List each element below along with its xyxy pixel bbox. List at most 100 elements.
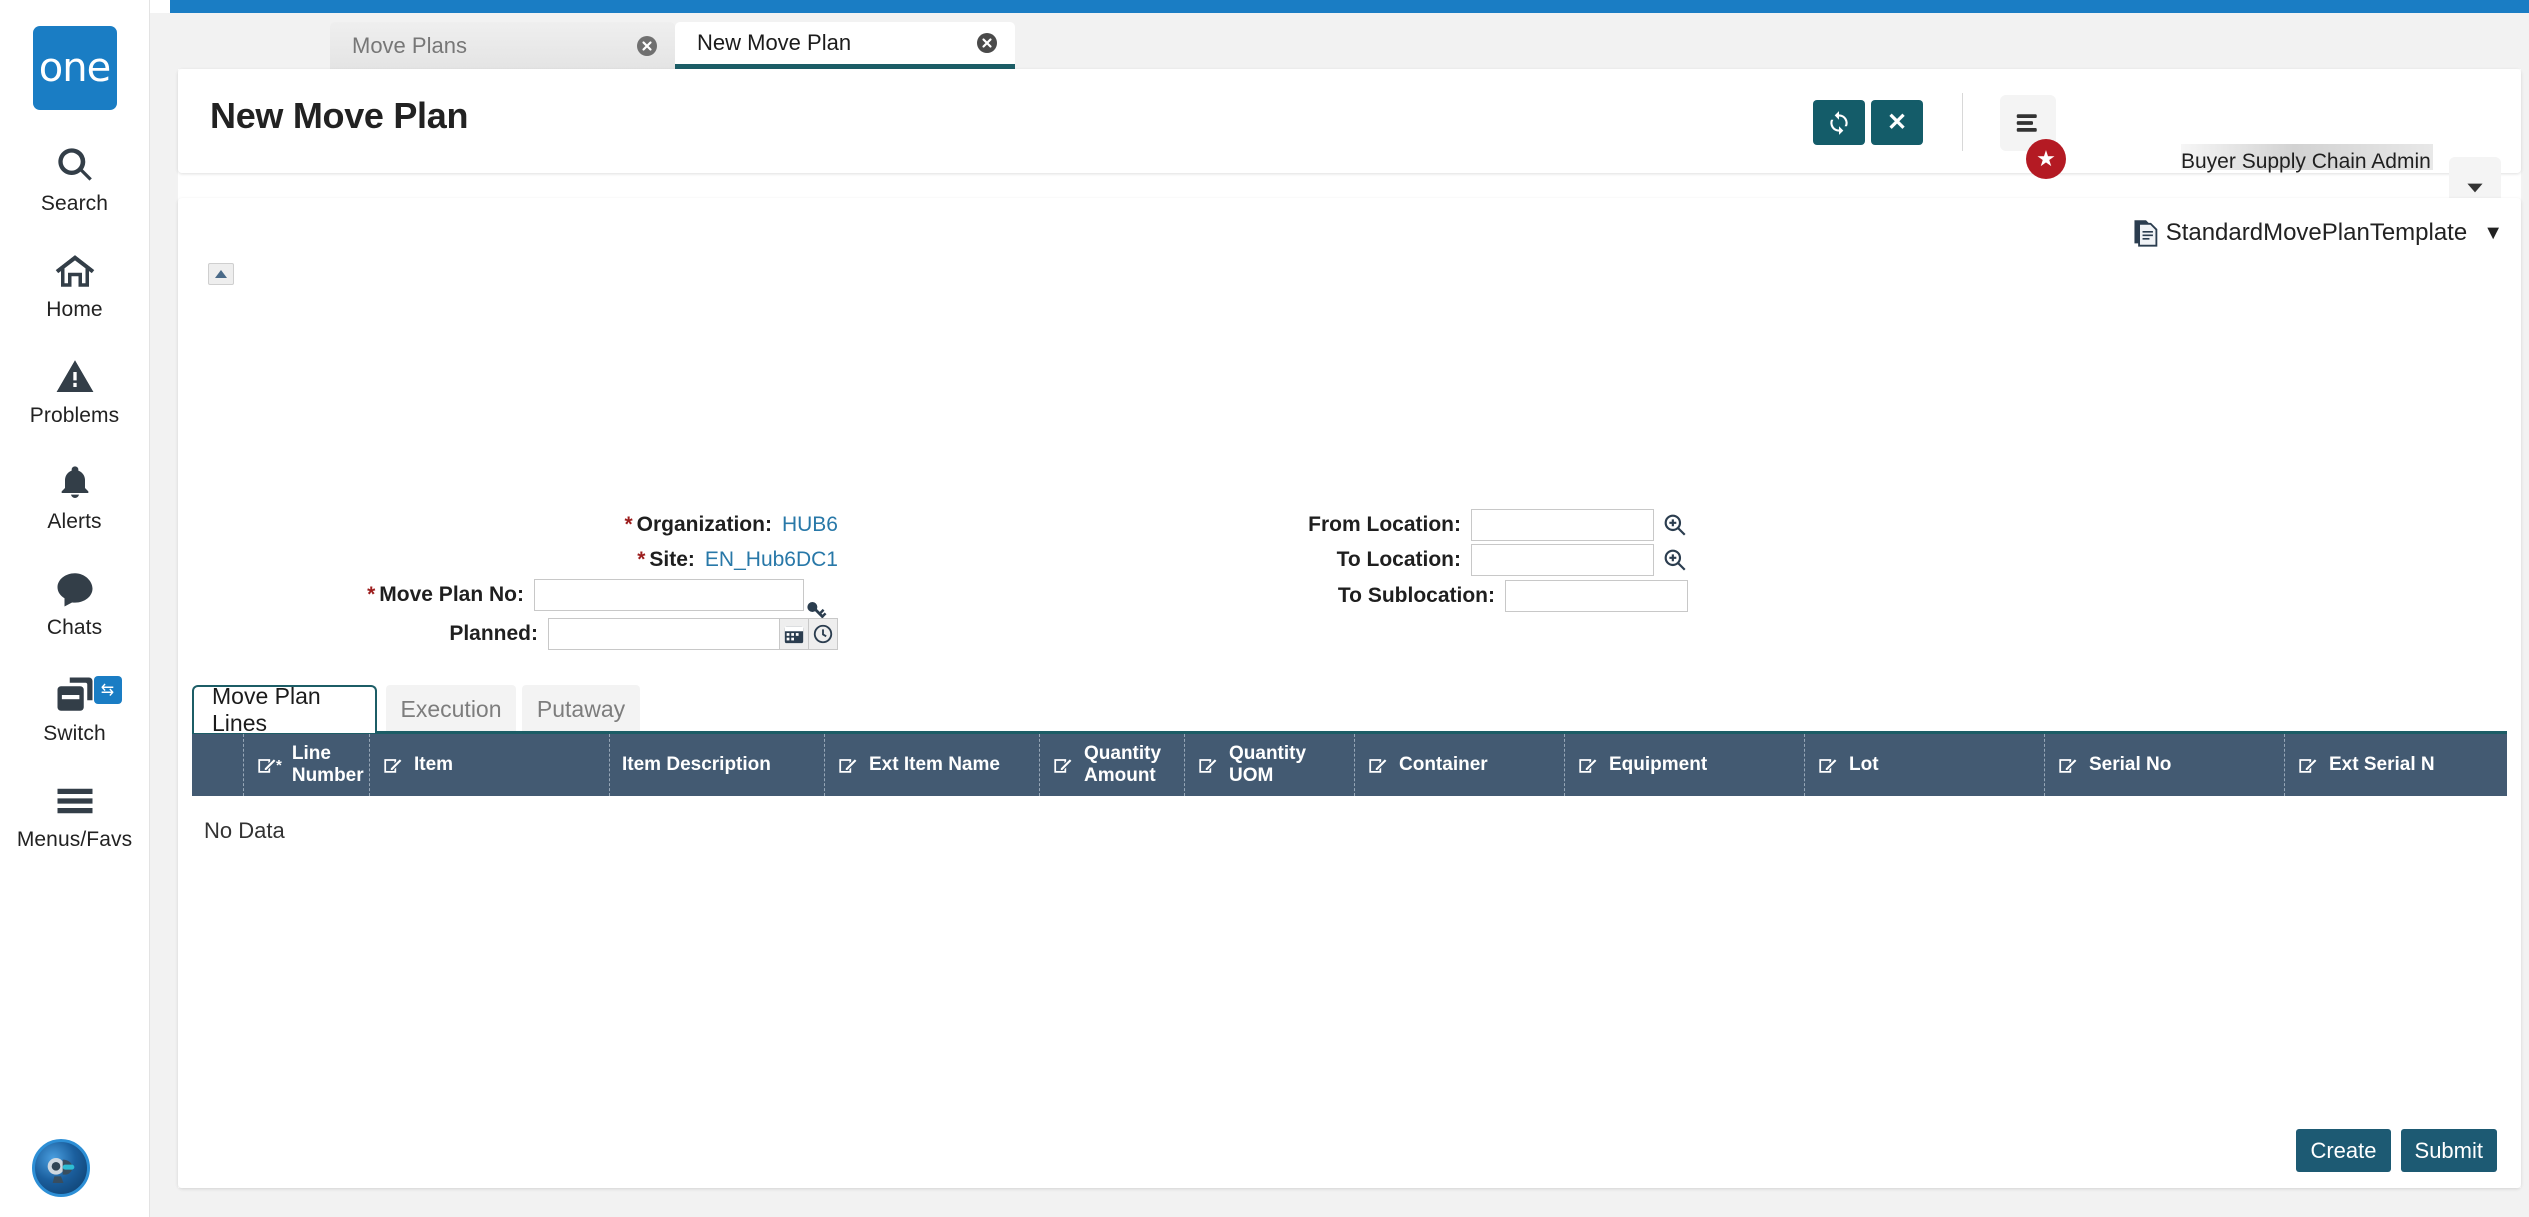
sidebar-item-label: Menus/Favs: [16, 828, 133, 851]
main-content-card: StandardMovePlanTemplate ▼ * Organization…: [178, 198, 2521, 1188]
from-location-input[interactable]: [1471, 509, 1654, 541]
planned-date-input[interactable]: [548, 618, 780, 650]
editable-column-icon: [1367, 754, 1389, 776]
sidebar-item-menus-favs[interactable]: Menus/Favs: [0, 776, 150, 852]
grid-column-header[interactable]: Lot: [1805, 734, 2045, 796]
grid-column-header[interactable]: Quantity Amount: [1040, 734, 1185, 796]
switch-badge-icon[interactable]: ⇆: [93, 676, 122, 704]
field-site: * Site: EN_Hub6DC1: [418, 543, 838, 577]
sidebar-item-switch[interactable]: ⇆ Switch: [0, 670, 150, 746]
refresh-icon: [1830, 110, 1848, 135]
tab-new-move-plan[interactable]: New Move Plan: [675, 22, 1015, 69]
field-label: * Site:: [637, 548, 695, 571]
field-organization: * Organization: HUB6: [418, 508, 838, 542]
clock-icon[interactable]: [809, 618, 838, 650]
chevron-up-icon: [215, 270, 227, 278]
field-value-site[interactable]: EN_Hub6DC1: [705, 548, 838, 572]
template-selector[interactable]: StandardMovePlanTemplate ▼: [2132, 218, 2503, 248]
submit-button[interactable]: Submit: [2400, 1129, 2497, 1172]
grid-column-header[interactable]: * Line Number: [244, 734, 370, 796]
search-plus-icon[interactable]: [1662, 547, 1688, 573]
tab-strip: Move Plans New Move Plan: [150, 13, 2529, 69]
home-icon: [54, 246, 96, 296]
template-name: StandardMovePlanTemplate: [2165, 219, 2468, 246]
sidebar-item-search[interactable]: Search: [0, 140, 150, 216]
field-label: To Sublocation:: [1337, 584, 1495, 607]
star-icon: ★: [2036, 146, 2056, 171]
grid-column-header[interactable]: Item: [370, 734, 610, 796]
search-plus-icon[interactable]: [1662, 512, 1688, 538]
refresh-button[interactable]: [1813, 100, 1865, 145]
move-plan-no-input[interactable]: [534, 579, 804, 611]
grid-column-label: Lot: [1849, 754, 1879, 776]
sidebar-item-problems[interactable]: Problems: [0, 352, 150, 428]
section-collapse-toggle[interactable]: [208, 263, 234, 285]
tab-close-icon[interactable]: [975, 31, 999, 55]
page-background-right-gutter: [2521, 69, 2529, 1188]
robot-head-icon: [47, 1158, 75, 1183]
avatar[interactable]: [32, 1139, 90, 1197]
tab-label: Move Plans: [352, 32, 467, 58]
field-label: * Move Plan No:: [367, 583, 524, 606]
grid-column-label: Equipment: [1609, 754, 1708, 776]
grid-empty-message: No Data: [204, 818, 285, 843]
sidebar-item-alerts[interactable]: Alerts: [0, 458, 150, 534]
grid-column-header[interactable]: Container: [1355, 734, 1565, 796]
create-button[interactable]: Create: [2296, 1129, 2391, 1172]
editable-column-icon: [1817, 754, 1839, 776]
to-sublocation-input[interactable]: [1505, 580, 1688, 612]
move-plan-lines-grid: * Line Number Item Item Description Ext Item …: [192, 734, 2507, 1144]
field-move-plan-no: * Move Plan No:: [238, 578, 838, 619]
editable-column-icon: [2057, 754, 2079, 776]
grid-column-header[interactable]: Quantity UOM: [1185, 734, 1355, 796]
field-label: * Organization:: [624, 513, 772, 536]
editable-column-icon: [382, 754, 404, 776]
page-header: New Move Plan ✕ ★ Buyer Supply Chain Adm…: [178, 69, 2521, 231]
chat-bubble-icon: [54, 564, 96, 614]
field-to-sublocation: To Sublocation:: [1338, 579, 1688, 613]
sidebar-item-chats[interactable]: Chats: [0, 564, 150, 640]
calendar-icon[interactable]: [780, 618, 809, 650]
sidebar-item-label: Search: [40, 192, 109, 215]
field-value-organization[interactable]: HUB6: [782, 513, 838, 537]
tab-close-icon[interactable]: [635, 34, 659, 58]
field-to-location: To Location:: [1337, 543, 1688, 577]
tab-label: Move Plan Lines: [212, 683, 321, 736]
grid-column-header[interactable]: Ext Serial N: [2285, 734, 2507, 796]
tab-move-plans[interactable]: Move Plans: [330, 22, 675, 69]
grid-column-label: Quantity Amount: [1084, 743, 1162, 786]
grid-column-label: Ext Serial N: [2329, 754, 2435, 776]
chevron-down-icon[interactable]: ▼: [2483, 222, 2503, 245]
grid-column-label: Container: [1399, 754, 1488, 776]
app-logo[interactable]: one: [32, 26, 117, 110]
grid-column-header[interactable]: Item Description: [610, 734, 825, 796]
editable-column-icon: [2297, 754, 2319, 776]
grid-column-header[interactable]: Equipment: [1565, 734, 1805, 796]
search-icon: [55, 140, 95, 190]
tab-move-plan-lines[interactable]: Move Plan Lines: [192, 683, 377, 736]
grid-column-header[interactable]: Serial No: [2045, 734, 2285, 796]
grid-column-header-blank[interactable]: [192, 734, 244, 796]
close-button[interactable]: ✕: [1871, 100, 1923, 145]
editable-column-icon: [1052, 754, 1074, 776]
user-menu[interactable]: Buyer Supply Chain Admin: [2181, 141, 2433, 183]
page-background-bottom: [150, 1188, 2529, 1217]
tab-putaway[interactable]: Putaway: [522, 685, 640, 733]
key-icon[interactable]: [807, 582, 838, 619]
notification-star-badge[interactable]: ★: [2026, 139, 2066, 179]
grid-column-label: Item: [414, 754, 454, 776]
sidebar-item-label: Chats: [46, 616, 103, 639]
sidebar-item-home[interactable]: Home: [0, 246, 150, 322]
grid-column-label: Line Number: [291, 743, 364, 786]
tab-execution[interactable]: Execution: [386, 685, 516, 733]
sidebar-item-label: Alerts: [47, 510, 102, 533]
top-accent-bar: [170, 0, 2529, 13]
user-name: Buyer Supply Chain Admin: [2181, 150, 2431, 173]
grid-column-header[interactable]: Ext Item Name: [825, 734, 1040, 796]
header-divider: [1962, 93, 1963, 151]
app-logo-text: one: [38, 45, 111, 91]
to-location-input[interactable]: [1471, 544, 1654, 576]
grid-column-label: Serial No: [2089, 754, 2172, 776]
editable-column-icon: *: [256, 754, 282, 776]
sidebar-item-label: Switch: [43, 722, 106, 745]
